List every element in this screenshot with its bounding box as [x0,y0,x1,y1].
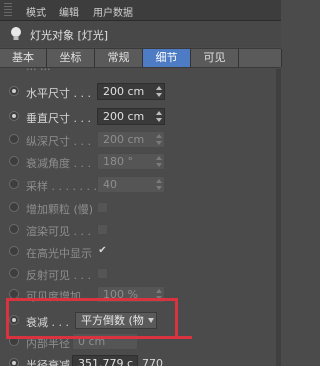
spinner-arrows-icon[interactable] [156,134,162,145]
vertical-size-label: 垂直尺寸 . . . [26,112,91,125]
spinner-arrows-icon[interactable] [156,111,162,122]
menu-item-mode[interactable]: 模式 [26,4,46,19]
radio-show-in-highlight[interactable] [9,246,19,256]
add-grain-checkbox[interactable] [97,202,108,213]
row-add-grain: 增加颗粒 (慢) [0,199,281,217]
radio-add-grain[interactable] [9,202,19,212]
radius-falloff-label: 半径衰减 . [26,359,77,366]
radio-reflection-visible[interactable] [9,268,19,278]
row-samples: 采样 . . . . . . . 40 [0,176,281,194]
row-radius-falloff: 半径衰减 . 351.779 c 770 [0,355,281,366]
tab-details[interactable]: 细节 [143,49,191,67]
row-reflection-visible: 反射可见 . . . [0,265,281,283]
horizontal-size-input[interactable]: 200 cm [97,83,165,100]
tab-more[interactable] [239,49,282,67]
radius-falloff-input[interactable]: 351.779 c [72,355,138,366]
radio-depth-size[interactable] [9,134,19,144]
partial-row-label: ... ... [26,68,50,73]
depth-size-label: 纵深尺寸 . . . [26,135,91,148]
horizontal-size-value: 200 cm [103,85,145,98]
depth-size-value: 200 cm [103,133,145,146]
radio-render-visible[interactable] [9,224,19,234]
samples-value: 40 [103,178,117,191]
vertical-size-value: 200 cm [103,110,145,123]
spinner-arrows-icon[interactable] [156,86,162,97]
reflection-visible-checkbox[interactable] [97,268,108,279]
check-mark-icon[interactable]: ✔ [97,246,108,257]
depth-size-input[interactable]: 200 cm [97,131,165,148]
radio-vertical-size[interactable] [9,111,19,121]
row-show-in-highlight: 在高光中显示 ✔ [0,243,281,261]
radius-falloff-value: 351.779 c [78,357,134,366]
menu-item-userdata[interactable]: 用户数据 [93,4,133,19]
object-title-bar: 灯光对象 [灯光] [0,21,281,47]
radio-horizontal-size[interactable] [9,86,19,96]
reflection-visible-label: 反射可见 . . . [26,269,91,282]
panel-title: 灯光对象 [灯光] [30,29,109,42]
add-grain-label: 增加颗粒 (慢) [26,203,94,216]
partial-row: ... ... [0,68,281,76]
row-falloff-angle: 衰减角度 . . . 180 ° [0,153,281,171]
menu-item-edit[interactable]: 编辑 [59,4,79,19]
falloff-angle-value: 180 ° [103,155,133,168]
samples-input[interactable]: 40 [97,176,165,193]
render-visible-label: 渲染可见 . . . [26,225,91,238]
radio-radius-falloff[interactable] [9,358,19,366]
highlight-annotation-box [6,298,178,338]
horizontal-size-label: 水平尺寸 . . . [26,87,91,100]
scrollbar[interactable] [276,69,281,366]
row-depth-size: 纵深尺寸 . . . 200 cm [0,131,281,149]
tab-basic[interactable]: 基本 [0,49,47,67]
tab-visibility[interactable]: 可见 [191,49,239,67]
tab-bar: 基本 坐标 常规 细节 可见 [0,48,282,68]
spinner-arrows-icon[interactable] [156,156,162,167]
samples-label: 采样 . . . . . . . [26,180,97,193]
light-bulb-icon [11,27,21,40]
vertical-size-input[interactable]: 200 cm [97,108,165,125]
menu-bar: 模式 编辑 用户数据 [0,0,281,21]
render-visible-checkbox[interactable] [97,224,108,235]
tab-general[interactable]: 常规 [95,49,143,67]
falloff-angle-label: 衰减角度 . . . [26,157,91,170]
spinner-arrows-icon[interactable] [156,179,162,190]
row-vertical-size: 垂直尺寸 . . . 200 cm [0,108,281,126]
grip-handle[interactable] [4,3,12,17]
radio-falloff-angle[interactable] [9,156,19,166]
row-horizontal-size: 水平尺寸 . . . 200 cm [0,83,281,101]
falloff-angle-input[interactable]: 180 ° [97,153,165,170]
radio-samples[interactable] [9,179,19,189]
highlight-annotation-underline [6,336,192,339]
show-in-highlight-label: 在高光中显示 [26,247,92,260]
tab-coordinates[interactable]: 坐标 [47,49,95,67]
row-render-visible: 渲染可见 . . . [0,221,281,239]
radius-falloff-extra: 770 [142,357,163,366]
